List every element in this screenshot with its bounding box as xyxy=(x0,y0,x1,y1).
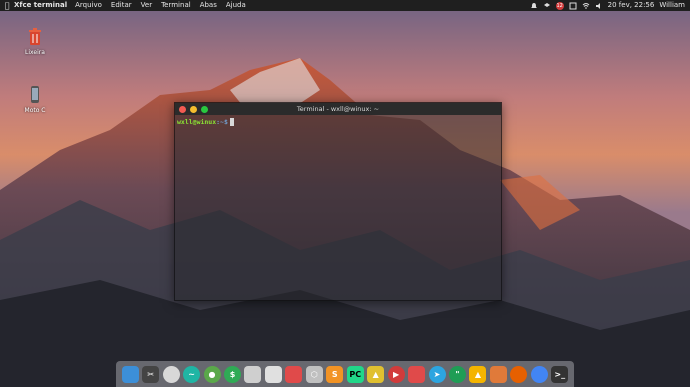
system-monitor-icon[interactable]: ~ xyxy=(183,365,201,383)
hexagon-icon[interactable]: ⬡ xyxy=(305,365,323,383)
terminal-window[interactable]: Terminal - wxll@winux: ~ wxll@winux:~$ xyxy=(174,102,502,301)
volume-icon[interactable] xyxy=(595,2,603,10)
menu-terminal[interactable]: Terminal xyxy=(161,0,191,11)
notification-badge[interactable]: 12 xyxy=(555,1,564,10)
text-cursor xyxy=(229,118,234,126)
prompt-user: wxll@winux xyxy=(177,118,217,126)
desktop-icon-label: Moto C xyxy=(24,107,46,114)
terminal-titlebar[interactable]: Terminal - wxll@winux: ~ xyxy=(175,103,501,115)
bell-icon[interactable] xyxy=(530,2,538,10)
dropbox-icon[interactable] xyxy=(543,2,551,10)
firefox-icon[interactable] xyxy=(510,365,528,383)
music-player-icon[interactable]: ▶ xyxy=(387,365,405,383)
menu-editar[interactable]: Editar xyxy=(111,0,132,11)
mail-icon[interactable] xyxy=(285,365,303,383)
scissors-icon[interactable]: ✂ xyxy=(142,365,160,383)
network-icon[interactable] xyxy=(569,2,577,10)
chrome-icon[interactable] xyxy=(530,365,548,383)
maximize-window-button[interactable] xyxy=(201,105,208,113)
sublime-icon[interactable]: S xyxy=(326,365,344,383)
apple-menu-icon[interactable]:  xyxy=(0,0,14,11)
terminal-title: Terminal - wxll@winux: ~ xyxy=(296,105,380,113)
top-menu-bar:  Xfce terminal Arquivo Editar Ver Termi… xyxy=(0,0,690,11)
menu-abas[interactable]: Abas xyxy=(200,0,217,11)
clock-datetime[interactable]: 20 fev, 22:56 xyxy=(608,0,655,11)
system-tray: 12 20 fev, 22:56 William xyxy=(530,0,690,11)
menu-ajuda[interactable]: Ajuda xyxy=(226,0,246,11)
desktop-icon-phone[interactable]: Moto C xyxy=(15,86,55,114)
shapes-icon[interactable]: ▲ xyxy=(367,365,385,383)
desktop-icon-label: Lixeira xyxy=(25,49,45,56)
telegram-icon[interactable]: ➤ xyxy=(428,365,446,383)
trash-icon xyxy=(27,28,43,46)
menu-ver[interactable]: Ver xyxy=(141,0,152,11)
clock-icon[interactable] xyxy=(162,365,180,383)
active-app-title[interactable]: Xfce terminal xyxy=(14,0,67,11)
prompt-path: :~$ xyxy=(216,118,228,126)
desktop-icon-trash[interactable]: Lixeira xyxy=(15,28,55,56)
hangouts-icon[interactable]: " xyxy=(448,365,466,383)
close-window-button[interactable] xyxy=(179,105,186,113)
minimize-window-button[interactable] xyxy=(190,105,197,113)
bookmark-icon[interactable] xyxy=(408,365,426,383)
terminal-icon[interactable]: >_ xyxy=(551,365,569,383)
disk-icon[interactable] xyxy=(244,365,262,383)
location-icon[interactable]: ● xyxy=(203,365,221,383)
dollar-icon[interactable]: $ xyxy=(223,365,241,383)
media-icon[interactable] xyxy=(264,365,282,383)
terminal-content[interactable]: wxll@winux:~$ xyxy=(175,115,501,129)
user-name[interactable]: William xyxy=(659,0,685,11)
dock: ✂ ~ ● $ ⬡ S PC ▲ ▶ ➤ " ▲ >_ xyxy=(116,361,574,387)
phone-icon xyxy=(27,86,43,104)
wifi-icon[interactable] xyxy=(582,2,590,10)
drive-icon[interactable]: ▲ xyxy=(469,365,487,383)
box-icon[interactable] xyxy=(489,365,507,383)
pycharm-icon[interactable]: PC xyxy=(346,365,364,383)
file-manager-icon[interactable] xyxy=(121,365,139,383)
menu-arquivo[interactable]: Arquivo xyxy=(75,0,102,11)
